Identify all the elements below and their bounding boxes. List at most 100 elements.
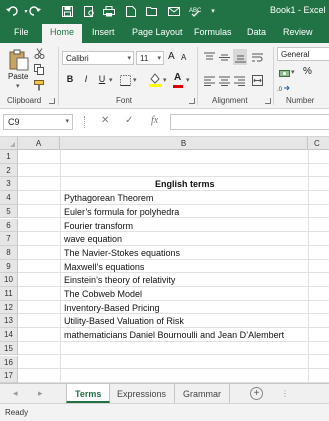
cell-b12[interactable]: Inventory-Based Pricing bbox=[64, 303, 160, 313]
currency-dropdown-icon[interactable]: ▾ bbox=[291, 68, 295, 76]
paste-label[interactable]: Paste bbox=[8, 72, 28, 81]
borders-icon[interactable] bbox=[119, 74, 131, 86]
sheet-splitter-icon[interactable]: ⋮ bbox=[281, 389, 289, 398]
bottom-align-icon[interactable] bbox=[233, 49, 247, 65]
row-header[interactable]: 3 bbox=[0, 177, 18, 192]
email-icon[interactable] bbox=[167, 4, 181, 18]
clipboard-launcher-icon[interactable] bbox=[49, 98, 55, 104]
grid-row[interactable] bbox=[18, 356, 329, 370]
currency-icon[interactable] bbox=[278, 67, 290, 79]
row-header[interactable]: 10 bbox=[0, 273, 18, 287]
font-color-icon[interactable]: A bbox=[174, 72, 181, 83]
grid-row[interactable] bbox=[18, 164, 329, 178]
cell-b7[interactable]: wave equation bbox=[64, 234, 122, 244]
row-header[interactable]: 8 bbox=[0, 245, 18, 260]
row-header[interactable]: 1 bbox=[0, 150, 18, 164]
fill-dropdown-icon[interactable]: ▾ bbox=[163, 76, 167, 84]
tab-file[interactable]: File bbox=[14, 27, 29, 37]
font-launcher-icon[interactable] bbox=[189, 98, 195, 104]
tab-insert[interactable]: Insert bbox=[92, 27, 115, 37]
row-header[interactable]: 2 bbox=[0, 163, 18, 178]
open-icon[interactable] bbox=[145, 4, 159, 18]
sheet-scroll-left-icon[interactable]: ◂ bbox=[13, 388, 18, 399]
cell-b8[interactable]: The Navier-Stokes equations bbox=[64, 248, 180, 258]
row-header[interactable]: 14 bbox=[0, 328, 18, 342]
add-sheet-icon[interactable]: + bbox=[250, 387, 263, 400]
italic-button[interactable]: I bbox=[80, 74, 92, 87]
cell-b3[interactable]: English terms bbox=[155, 179, 215, 189]
underline-button[interactable]: U bbox=[96, 74, 108, 87]
tab-formulas[interactable]: Formulas bbox=[194, 27, 232, 37]
print-icon[interactable] bbox=[102, 4, 116, 18]
undo-icon[interactable] bbox=[5, 4, 19, 18]
paste-dropdown-icon[interactable]: ▾ bbox=[16, 82, 20, 90]
cell-b11[interactable]: The Cobweb Model bbox=[64, 289, 142, 299]
format-painter-icon[interactable] bbox=[33, 79, 45, 91]
number-format-select[interactable]: General bbox=[277, 47, 329, 61]
insert-function-icon[interactable]: fx bbox=[151, 115, 158, 126]
grow-font-icon[interactable]: A bbox=[168, 51, 175, 62]
grid-row[interactable] bbox=[18, 150, 329, 164]
column-header-c[interactable]: C bbox=[308, 137, 329, 150]
cell-b4[interactable]: Pythagorean Theorem bbox=[64, 193, 153, 203]
spelling-icon[interactable]: ABC bbox=[188, 4, 202, 18]
cell-b5[interactable]: Euler’s formula for polyhedra bbox=[64, 207, 179, 217]
new-icon[interactable] bbox=[124, 4, 138, 18]
font-name-select[interactable]: Calibri ▾ bbox=[62, 51, 134, 65]
sheet-scroll-right-icon[interactable]: ▸ bbox=[38, 388, 43, 399]
cell-b9[interactable]: Maxwell’s equations bbox=[64, 262, 144, 272]
top-align-icon[interactable] bbox=[203, 51, 215, 63]
percent-button[interactable]: % bbox=[303, 66, 312, 77]
sheet-tab-grammar[interactable]: Grammar bbox=[175, 384, 230, 403]
tab-home[interactable]: Home bbox=[42, 24, 83, 43]
formula-input[interactable] bbox=[170, 114, 329, 130]
redo-icon[interactable] bbox=[28, 4, 42, 18]
tab-review[interactable]: Review bbox=[283, 27, 313, 37]
row-header[interactable]: 5 bbox=[0, 204, 18, 219]
sheet-tab-expressions[interactable]: Expressions bbox=[109, 384, 176, 403]
borders-dropdown-icon[interactable]: ▾ bbox=[133, 76, 137, 84]
formula-bar-grip[interactable] bbox=[84, 116, 86, 128]
tab-data[interactable]: Data bbox=[247, 27, 266, 37]
enter-icon[interactable]: ✓ bbox=[125, 115, 133, 126]
underline-dropdown-icon[interactable]: ▾ bbox=[109, 76, 113, 84]
font-color-dropdown-icon[interactable]: ▾ bbox=[186, 76, 190, 84]
grid-row[interactable] bbox=[18, 342, 329, 356]
cell-b6[interactable]: Fourier transform bbox=[64, 221, 133, 231]
align-left-icon[interactable] bbox=[203, 74, 215, 86]
select-all-corner[interactable] bbox=[0, 137, 18, 150]
row-header[interactable]: 11 bbox=[0, 287, 18, 301]
cell-b14[interactable]: mathematicians Daniel Bournoulli and Jea… bbox=[64, 330, 284, 340]
grid-row[interactable] bbox=[18, 369, 329, 383]
row-header[interactable]: 4 bbox=[0, 191, 18, 205]
paste-icon[interactable] bbox=[8, 49, 30, 71]
shrink-font-icon[interactable]: A bbox=[181, 53, 186, 62]
row-header[interactable]: 16 bbox=[0, 355, 18, 370]
align-right-icon[interactable] bbox=[233, 74, 245, 86]
fill-color-icon[interactable] bbox=[148, 73, 162, 87]
cell-b10[interactable]: Einstein’s theory of relativity bbox=[64, 275, 175, 285]
alignment-launcher-icon[interactable] bbox=[265, 98, 271, 104]
row-header[interactable]: 6 bbox=[0, 218, 18, 233]
middle-align-icon[interactable] bbox=[218, 51, 230, 63]
row-header[interactable]: 12 bbox=[0, 300, 18, 315]
copy-icon[interactable] bbox=[33, 63, 45, 75]
wrap-text-icon[interactable] bbox=[251, 51, 263, 63]
increase-decimal-icon[interactable]: .0 bbox=[276, 82, 290, 94]
bold-button[interactable]: B bbox=[64, 74, 76, 87]
print-preview-icon[interactable] bbox=[82, 4, 96, 18]
sheet-tab-terms[interactable]: Terms bbox=[66, 384, 111, 403]
save-icon[interactable] bbox=[60, 4, 74, 18]
cell-b13[interactable]: Utility-Based Valuation of Risk bbox=[64, 316, 184, 326]
name-box[interactable]: C9 ▾ bbox=[3, 114, 73, 130]
row-header[interactable]: 17 bbox=[0, 369, 18, 383]
row-header[interactable]: 9 bbox=[0, 259, 18, 274]
row-header[interactable]: 13 bbox=[0, 314, 18, 329]
row-header[interactable]: 7 bbox=[0, 232, 18, 246]
cancel-icon[interactable]: ✕ bbox=[101, 115, 109, 126]
align-center-icon[interactable] bbox=[218, 74, 230, 86]
column-header-b[interactable]: B bbox=[60, 137, 308, 150]
tab-page-layout[interactable]: Page Layout bbox=[132, 27, 183, 37]
column-header-a[interactable]: A bbox=[18, 137, 60, 150]
merge-center-icon[interactable] bbox=[251, 74, 263, 86]
